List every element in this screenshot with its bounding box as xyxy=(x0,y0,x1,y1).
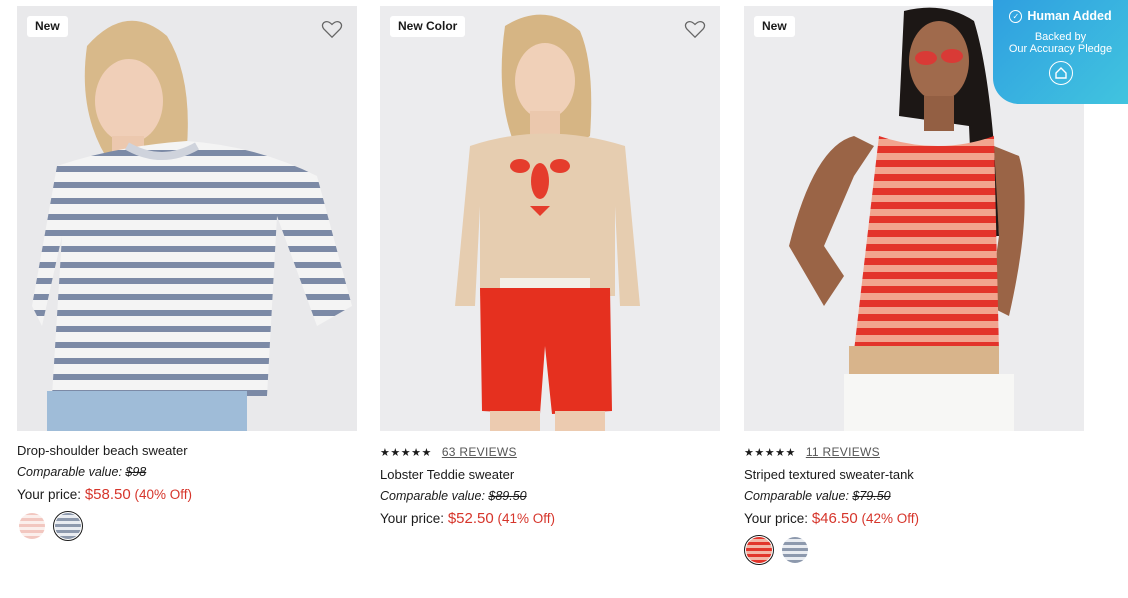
home-icon xyxy=(1048,61,1073,85)
star-rating-icon: ★★★★★ xyxy=(744,446,796,459)
comparable-price: $98 xyxy=(125,465,147,479)
product-name[interactable]: Striped textured sweater-tank xyxy=(744,467,1084,482)
product-image[interactable]: New Color xyxy=(380,6,720,431)
color-swatches xyxy=(744,535,1084,565)
model-photo xyxy=(380,6,720,431)
your-price: Your price: $52.50 (41% Off) xyxy=(380,510,555,527)
rating: ★★★★★ 11 REVIEWS xyxy=(744,444,1084,460)
pledge-title: Human Added xyxy=(1027,9,1112,23)
check-circle-icon: ✓ xyxy=(1009,9,1023,23)
your-price: Your price: $58.50 (40% Off) xyxy=(17,486,192,503)
product-name[interactable]: Drop-shoulder beach sweater xyxy=(17,443,357,458)
swatch-blue-stripe[interactable] xyxy=(780,535,810,565)
rating: ★★★★★ 63 REVIEWS xyxy=(380,444,720,460)
comparable-price: $79.50 xyxy=(852,489,891,503)
swatch-red-stripe[interactable] xyxy=(744,535,774,565)
new-color-badge: New Color xyxy=(390,16,466,37)
product-name[interactable]: Lobster Teddie sweater xyxy=(380,467,720,482)
comparable-value: Comparable value: $89.50 xyxy=(380,489,527,503)
wishlist-heart-icon[interactable] xyxy=(321,19,343,39)
new-badge: New xyxy=(27,16,68,37)
accuracy-pledge-badge[interactable]: ✓ Human Added Backed by Our Accuracy Ple… xyxy=(993,0,1128,104)
color-swatches xyxy=(17,511,357,541)
model-photo xyxy=(17,6,357,431)
pledge-line-2: Our Accuracy Pledge xyxy=(1008,43,1113,55)
sale-price: $46.50 xyxy=(811,510,858,527)
swatch-pink-stripe[interactable] xyxy=(17,511,47,541)
reviews-link[interactable]: 11 REVIEWS xyxy=(806,445,880,459)
reviews-link[interactable]: 63 REVIEWS xyxy=(442,445,517,459)
sale-price: $58.50 xyxy=(84,486,131,503)
comparable-value: Comparable value: $79.50 xyxy=(744,489,891,503)
your-price: Your price: $46.50 (42% Off) xyxy=(744,510,919,527)
discount: (42% Off) xyxy=(861,511,919,526)
comparable-price: $89.50 xyxy=(488,489,527,503)
discount: (40% Off) xyxy=(134,487,192,502)
wishlist-heart-icon[interactable] xyxy=(684,19,706,39)
pledge-line-1: Backed by xyxy=(1034,31,1087,43)
product-image[interactable]: New xyxy=(17,6,357,431)
discount: (41% Off) xyxy=(497,511,555,526)
swatch-navy-stripe[interactable] xyxy=(53,511,83,541)
product-card[interactable]: New Color ★★★★★ 63 REVIEWS Lobster Teddi… xyxy=(380,6,720,527)
star-rating-icon: ★★★★★ xyxy=(380,446,432,459)
comparable-value: Comparable value: $98 xyxy=(17,465,147,479)
product-card[interactable]: New Drop-shoulder beach sweater Comparab… xyxy=(17,6,357,541)
new-badge: New xyxy=(754,16,795,37)
sale-price: $52.50 xyxy=(447,510,494,527)
